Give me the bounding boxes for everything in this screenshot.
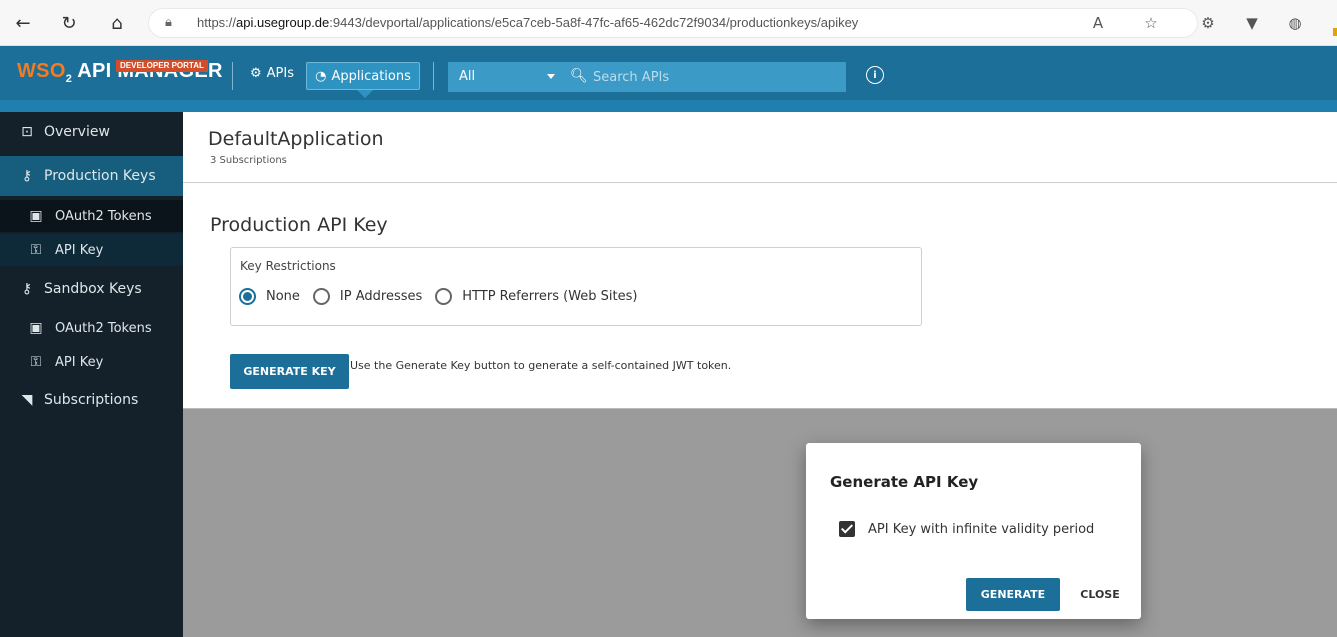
read-aloud-icon[interactable]: A (1087, 12, 1109, 34)
restriction-options: None IP Addresses HTTP Referrers (Web Si… (239, 288, 650, 305)
info-icon[interactable]: i (866, 66, 884, 84)
sidebar-item-sandbox-oauth2-tokens[interactable]: ▣ OAuth2 Tokens (0, 312, 183, 344)
url-text: https://api.usegroup.de:9443/devportal/a… (197, 15, 859, 30)
nav-apis[interactable]: ⚙ APIs (250, 66, 294, 81)
extension-gear-icon[interactable]: ⚙ (1197, 12, 1219, 34)
favorite-star-icon[interactable]: ☆ (1140, 12, 1162, 34)
search-box: 🔍︎ (563, 62, 846, 92)
keys-icon: ⚷ (21, 281, 33, 297)
nav-applications[interactable]: ◔ Applications (306, 62, 420, 90)
browser-toolbar: ← ↻ ⌂ 🔒︎ https://api.usegroup.de:9443/de… (0, 0, 1337, 46)
caret-down-icon (547, 74, 555, 79)
key-restrictions-panel: Key Restrictions None IP Addresses HTTP … (230, 247, 922, 326)
generate-button[interactable]: GENERATE (966, 578, 1060, 611)
overview-icon: ⊡ (21, 124, 33, 140)
reload-icon[interactable]: ↻ (56, 10, 82, 36)
modal-backdrop[interactable] (183, 409, 1337, 637)
search-icon: 🔍︎ (570, 68, 588, 84)
sidebar-item-sandbox-keys[interactable]: ⚷ Sandbox Keys (0, 269, 183, 309)
page-title: DefaultApplication (208, 128, 384, 150)
extension-globe-icon[interactable]: ◍ (1284, 12, 1306, 34)
back-arrow-icon[interactable]: ← (10, 10, 36, 36)
rss-icon: ◥ (21, 392, 33, 408)
dialog-title: Generate API Key (830, 473, 979, 491)
divider (183, 182, 1337, 183)
sidebar-item-prod-api-key[interactable]: ⚿ API Key (0, 234, 183, 266)
search-filter-select[interactable]: All (448, 62, 563, 92)
lock-icon: 🔒︎ (165, 15, 172, 30)
radio-ip-addresses[interactable] (312, 288, 330, 305)
keys-icon: ⚷ (21, 168, 33, 184)
generate-key-button[interactable]: GENERATE KEY (230, 354, 349, 389)
home-icon[interactable]: ⌂ (104, 10, 130, 36)
close-button[interactable]: CLOSE (1070, 578, 1130, 611)
sidebar-item-production-keys[interactable]: ⚷ Production Keys (0, 156, 183, 196)
token-icon: ▣ (29, 208, 43, 224)
key-icon: ⚿ (30, 354, 42, 370)
sidebar-item-subscriptions[interactable]: ◥ Subscriptions (0, 380, 183, 420)
app-header: WSO2 API MANAGER DEVELOPER PORTAL ⚙ APIs… (0, 46, 1337, 112)
sidebar-item-overview[interactable]: ⊡ Overview (0, 112, 183, 152)
extension-v-icon[interactable]: ▼ (1241, 12, 1263, 34)
key-icon: ⚿ (30, 242, 42, 258)
radio-http-referrers[interactable] (435, 288, 453, 305)
section-title: Production API Key (210, 214, 388, 236)
infinite-validity-label: API Key with infinite validity period (868, 522, 1095, 537)
gear-icon: ⚙ (250, 66, 262, 81)
token-icon: ▣ (29, 320, 43, 336)
generate-hint: Use the Generate Key button to generate … (350, 359, 732, 372)
address-bar[interactable]: 🔒︎ https://api.usegroup.de:9443/devporta… (148, 8, 1198, 38)
generate-api-key-dialog: Generate API Key API Key with infinite v… (806, 443, 1141, 619)
subscription-count: 3 Subscriptions (210, 155, 287, 166)
infinite-validity-checkbox[interactable] (839, 521, 855, 537)
sidebar-item-sandbox-api-key[interactable]: ⚿ API Key (0, 346, 183, 378)
sidebar-item-prod-oauth2-tokens[interactable]: ▣ OAuth2 Tokens (0, 200, 183, 232)
sidebar: ⊡ Overview ⚷ Production Keys ▣ OAuth2 To… (0, 112, 183, 637)
radio-none[interactable] (239, 288, 256, 305)
extension-edge-icon (1333, 28, 1337, 36)
developer-portal-badge: DEVELOPER PORTAL (116, 60, 208, 72)
gauge-icon: ◔ (315, 68, 327, 84)
key-restrictions-label: Key Restrictions (240, 259, 336, 273)
search-input[interactable] (593, 68, 833, 86)
